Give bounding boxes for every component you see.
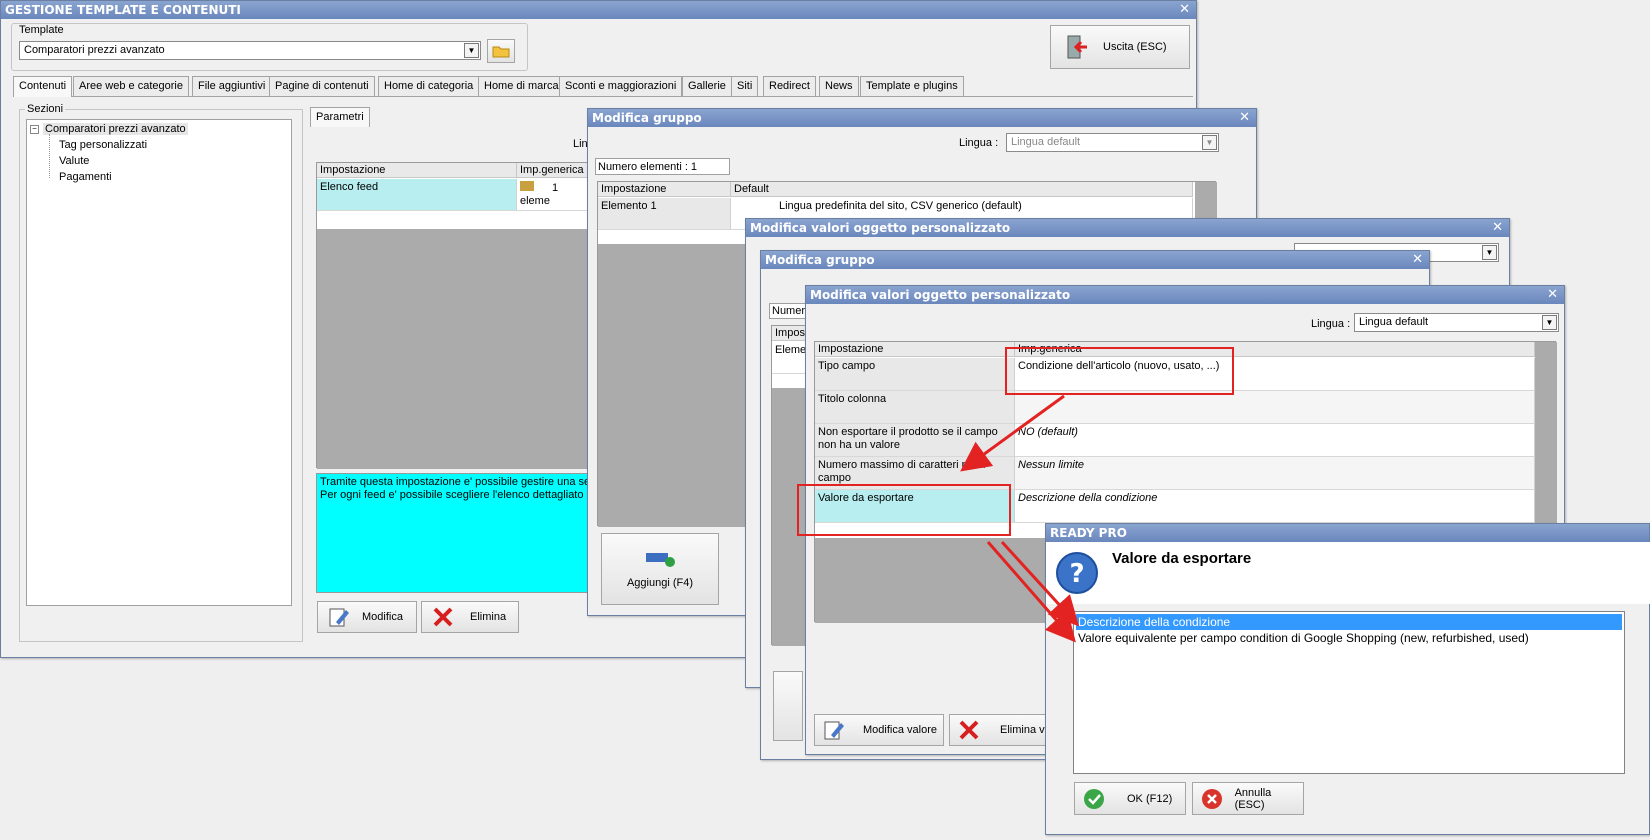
arrow-valore-to-option-2 <box>986 541 1076 643</box>
annotation-arrows <box>960 394 1080 643</box>
arrow-valore-to-option-1 <box>1000 540 1080 627</box>
arrow-tipo-to-valore <box>960 394 1065 472</box>
